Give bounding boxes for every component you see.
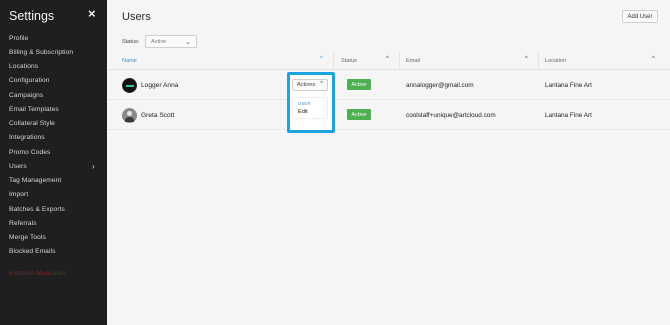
chevron-right-icon[interactable]: › [92,162,95,171]
column-header-name[interactable]: Name [122,58,137,64]
sidebar-item-profile[interactable]: Profile [9,35,28,42]
user-name[interactable]: Greta Scott [141,112,174,119]
status-filter-label: Status: [122,39,140,45]
status-badge: Active [347,79,371,90]
sidebar-item-email-templates[interactable]: Email Templates [9,106,59,113]
sidebar-item-blocked-emails[interactable]: Blocked Emails [9,248,55,255]
chevron-down-icon: ⌄ [185,39,191,46]
sidebar-item-campaigns[interactable]: Campaigns [9,92,43,99]
table-header: Name ^ Status ^ Email ^ Location ^ [107,52,670,70]
sort-icon[interactable]: ^ [525,56,528,62]
sidebar-item-merge-tools[interactable]: Merge Tools [9,234,46,241]
sidebar-item-extreme-measures[interactable]: Extreme Measures [9,270,66,277]
sidebar-item-configuration[interactable]: Configuration [9,77,50,84]
sidebar-item-referrals[interactable]: Referrals [9,220,37,227]
column-header-location[interactable]: Location [545,58,566,64]
user-email: annalogger@gmail.com [406,82,474,89]
status-filter-select[interactable]: Active ⌄ [145,35,197,48]
menu-item-edit[interactable]: Edit [298,109,308,115]
sidebar-item-batches-exports[interactable]: Batches & Exports [9,206,65,213]
actions-button[interactable]: Actions ^ [292,79,328,91]
status-badge: Active [347,109,371,120]
settings-sidebar: Settings × Profile Billing & Subscriptio… [0,0,107,325]
sort-icon[interactable]: ^ [652,56,655,62]
column-divider [333,52,334,70]
column-header-status[interactable]: Status [341,58,357,64]
close-icon[interactable]: × [88,6,96,21]
user-name[interactable]: Logger Anna [141,82,178,89]
users-panel: Users Add User Status: Active ⌄ Name ^ S… [107,0,670,325]
add-user-button[interactable]: Add User [622,10,658,23]
user-location: Lantana Fine Art [545,82,592,89]
sort-icon[interactable]: ^ [386,56,389,62]
sidebar-item-integrations[interactable]: Integrations [9,134,45,141]
sidebar-item-import[interactable]: Import [9,191,28,198]
table-row[interactable]: Greta Scott Active coolstaff+unique@artc… [107,100,670,130]
sidebar-title: Settings [9,9,55,23]
column-divider [399,52,400,70]
column-header-email[interactable]: Email [406,58,420,64]
sidebar-item-users[interactable]: Users [9,163,27,170]
table-row[interactable]: Logger Anna Active annalogger@gmail.com … [107,70,670,100]
sidebar-item-billing[interactable]: Billing & Subscription [9,49,73,56]
status-filter-value: Active [151,38,167,45]
avatar [122,108,137,123]
sidebar-item-promo-codes[interactable]: Promo Codes [9,149,50,156]
column-divider [538,52,539,70]
actions-button-label: Actions [297,82,316,88]
menu-group-label: USER [298,101,311,106]
actions-menu: USER Edit [292,97,328,119]
sort-icon[interactable]: ^ [320,56,323,62]
sidebar-item-collateral-style[interactable]: Collateral Style [9,120,55,127]
sidebar-item-tag-management[interactable]: Tag Management [9,177,61,184]
page-title: Users [122,11,151,23]
chevron-up-icon: ^ [320,81,323,87]
avatar [122,78,137,93]
user-email: coolstaff+unique@artcloud.com [406,112,496,119]
sidebar-item-locations[interactable]: Locations [9,63,38,70]
user-location: Lantana Fine Art [545,112,592,119]
